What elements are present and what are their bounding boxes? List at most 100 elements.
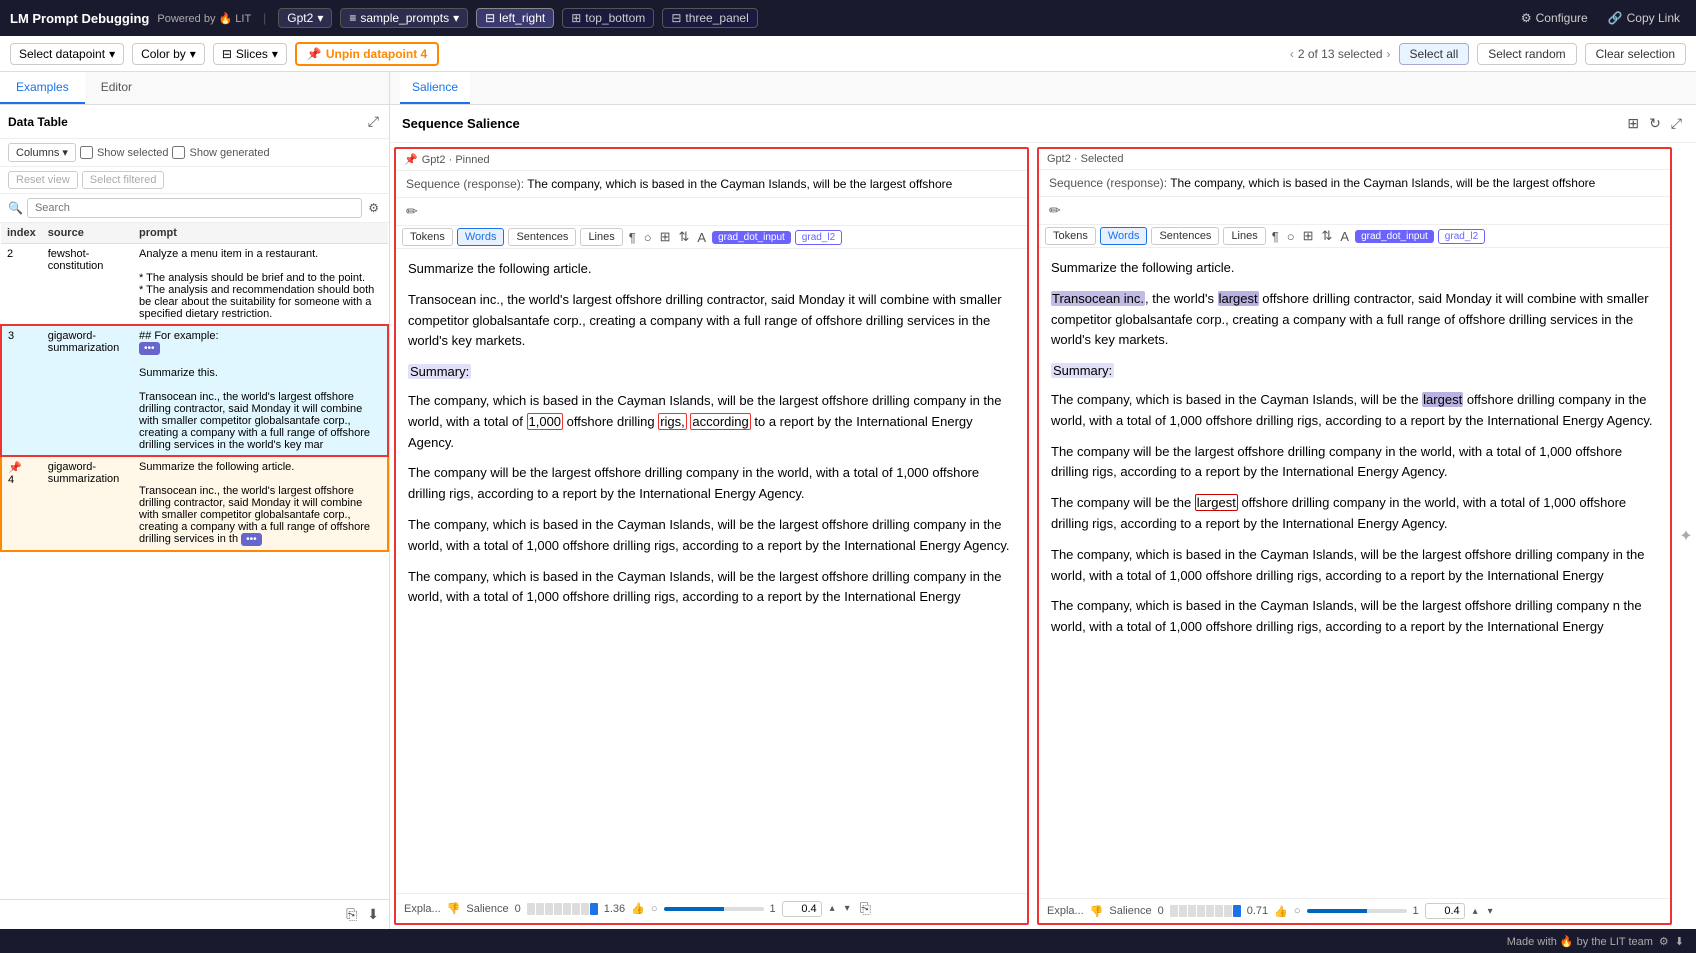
pane2-body2: The company, which is based in the Cayma… [1051, 390, 1658, 432]
expand-table-button[interactable]: ⤢ [366, 111, 381, 132]
pin-icon: 📌 [8, 462, 22, 474]
select-all-button[interactable]: Select all [1399, 43, 1470, 65]
pane2-zero-icon[interactable]: ○ [1285, 228, 1297, 245]
cell-index: 3 [1, 325, 42, 456]
pane1-sentences-btn[interactable]: Sentences [508, 228, 576, 246]
table-row[interactable]: 2 fewshot-constitution Analyze a menu it… [1, 244, 388, 326]
pane1-slider[interactable] [664, 907, 764, 911]
pane2-thumb-up[interactable]: 👍 [1274, 905, 1288, 918]
pane1-temp-input[interactable]: 0.4 [782, 901, 822, 917]
select-random-button[interactable]: Select random [1477, 43, 1576, 65]
app-title: LM Prompt Debugging [10, 11, 149, 26]
clear-selection-button[interactable]: Clear selection [1585, 43, 1686, 65]
download-icon-bottom[interactable]: ⬇ [1675, 935, 1684, 948]
next-selection[interactable]: › [1387, 47, 1391, 61]
pane1-align-icon[interactable]: ⇅ [676, 228, 691, 246]
pane1-spinner-down[interactable]: ▾ [843, 901, 852, 916]
copy-link-button[interactable]: 🔗 Copy Link [1602, 9, 1686, 27]
show-selected-checkbox[interactable]: Show selected [80, 146, 169, 159]
pane1-thumb-down[interactable]: 👎 [447, 902, 461, 915]
pane1-spinner-up[interactable]: ▴ [828, 901, 837, 916]
select-filtered-button[interactable]: Select filtered [82, 171, 165, 189]
pane2-sal-val: 0 [1158, 905, 1164, 917]
model-selector[interactable]: Gpt2 ▾ [278, 8, 332, 28]
pane2-grad-input[interactable]: grad_dot_input [1355, 230, 1434, 243]
pane1-lines-btn[interactable]: Lines [580, 228, 622, 246]
color-by-selector[interactable]: Color by ▾ [132, 43, 205, 65]
dual-pane: 📌 Gpt2 · Pinned Sequence (response): The… [390, 143, 1696, 929]
pane2-words-btn[interactable]: Words [1100, 227, 1148, 245]
pane2-grid-icon[interactable]: ⊞ [1301, 227, 1316, 245]
search-row: Reset view Select filtered [0, 167, 389, 194]
pane2-tokens-btn[interactable]: Tokens [1045, 227, 1096, 245]
copy-rows-button[interactable]: ⎘ [344, 904, 359, 925]
pane1-seq-text: The company, which is based in the Cayma… [527, 177, 952, 191]
pane2-edit-button[interactable]: ✏ [1047, 200, 1063, 221]
download-button[interactable]: ⬇ [365, 904, 381, 925]
pane1-share-icon[interactable]: ⎘ [858, 898, 873, 919]
pane1-text-icon[interactable]: A [695, 229, 708, 246]
pane2-footer: Expla... 👎 Salience 0 [1039, 898, 1670, 923]
pane1-grad-l2[interactable]: grad_l2 [795, 230, 842, 245]
refresh-button[interactable]: ↻ [1647, 113, 1663, 134]
pane2-spinner-up[interactable]: ▴ [1471, 904, 1480, 919]
pane1-grad-input[interactable]: grad_dot_input [712, 231, 791, 244]
more-button[interactable]: ••• [139, 342, 160, 355]
fullscreen-button[interactable]: ⤢ [1669, 113, 1684, 134]
nav-separator: | [263, 11, 266, 25]
tab-salience[interactable]: Salience [400, 72, 470, 104]
pane1-zero-icon[interactable]: ○ [642, 229, 654, 246]
powered-by: Powered by 🔥 LIT [157, 12, 251, 25]
reset-view-button[interactable]: Reset view [8, 171, 78, 189]
pane1-thumb-up[interactable]: 👍 [631, 902, 645, 915]
col-index: index [1, 223, 42, 244]
pane2-temp-input[interactable]: 0.4 [1425, 903, 1465, 919]
col-source: source [42, 223, 133, 244]
layout-three-panel[interactable]: ⊟ three_panel [662, 8, 757, 28]
pane2-lines-btn[interactable]: Lines [1223, 227, 1265, 245]
search-settings-icon[interactable]: ⚙ [366, 199, 381, 217]
pane1-words-btn[interactable]: Words [457, 228, 505, 246]
salience-area: Sequence Salience ⊞ ↻ ⤢ 📌 Gpt2 · Pinned … [390, 105, 1696, 929]
unpin-button[interactable]: 📌 Unpin datapoint 4 [295, 42, 439, 66]
prev-selection[interactable]: ‹ [1290, 47, 1294, 61]
pane1-footer: Expla... 👎 Salience 0 [396, 893, 1027, 923]
search-input[interactable] [27, 198, 362, 218]
layout-top-bottom[interactable]: ⊞ top_bottom [562, 8, 654, 28]
table-row[interactable]: 3 gigaword-summarization ## For example:… [1, 325, 388, 456]
settings-icon-bottom[interactable]: ⚙ [1659, 935, 1669, 948]
slices-selector[interactable]: ⊟ Slices ▾ [213, 43, 287, 65]
pane2-text-icon[interactable]: A [1338, 228, 1351, 245]
made-with-text: Made with 🔥 by the LIT team [1507, 935, 1653, 948]
more-button-pinned[interactable]: ••• [241, 533, 262, 546]
table-row-pinned[interactable]: 📌4 gigaword-summarization Summarize the … [1, 456, 388, 551]
pane2-align-icon[interactable]: ⇅ [1319, 227, 1334, 245]
pane1-tokens-btn[interactable]: Tokens [402, 228, 453, 246]
pane1-summary-span: Summary: [408, 364, 471, 379]
pane-resize-handle[interactable]: ✦ [1676, 143, 1696, 929]
grid-view-button[interactable]: ⊞ [1625, 113, 1641, 134]
tab-editor[interactable]: Editor [85, 72, 148, 104]
datapoint-selector[interactable]: Select datapoint ▾ [10, 43, 124, 65]
sq7 [581, 903, 589, 915]
pane1-para-icon[interactable]: ¶ [627, 229, 638, 246]
search-icon: 🔍 [8, 201, 23, 215]
pane1-pin-icon: 📌 [404, 153, 418, 166]
pane2-thumb-down[interactable]: 👎 [1090, 905, 1104, 918]
pane1-edit-button[interactable]: ✏ [404, 201, 420, 222]
pane2-spinner-down[interactable]: ▾ [1486, 904, 1495, 919]
pane2-para-icon[interactable]: ¶ [1270, 228, 1281, 245]
pane2-slider[interactable] [1307, 909, 1407, 913]
show-generated-checkbox[interactable]: Show generated [172, 146, 269, 159]
columns-button[interactable]: Columns ▾ [8, 143, 76, 162]
tab-examples[interactable]: Examples [0, 72, 85, 104]
data-table-header: Data Table ⤢ [0, 105, 389, 139]
pane2-sentences-btn[interactable]: Sentences [1151, 227, 1219, 245]
pane1-grid-icon[interactable]: ⊞ [658, 228, 673, 246]
dataset-selector[interactable]: ≡ sample_prompts ▾ [340, 8, 468, 28]
right-panel: Salience Sequence Salience ⊞ ↻ ⤢ 📌 Gpt2 … [390, 72, 1696, 929]
pane2-grad-l2[interactable]: grad_l2 [1438, 229, 1485, 244]
configure-button[interactable]: ⚙ Configure [1515, 9, 1594, 27]
layout-left-right[interactable]: ⊟ left_right [476, 8, 554, 28]
pane2-token-controls: Tokens Words Sentences Lines ¶ ○ ⊞ ⇅ A g… [1039, 225, 1670, 248]
